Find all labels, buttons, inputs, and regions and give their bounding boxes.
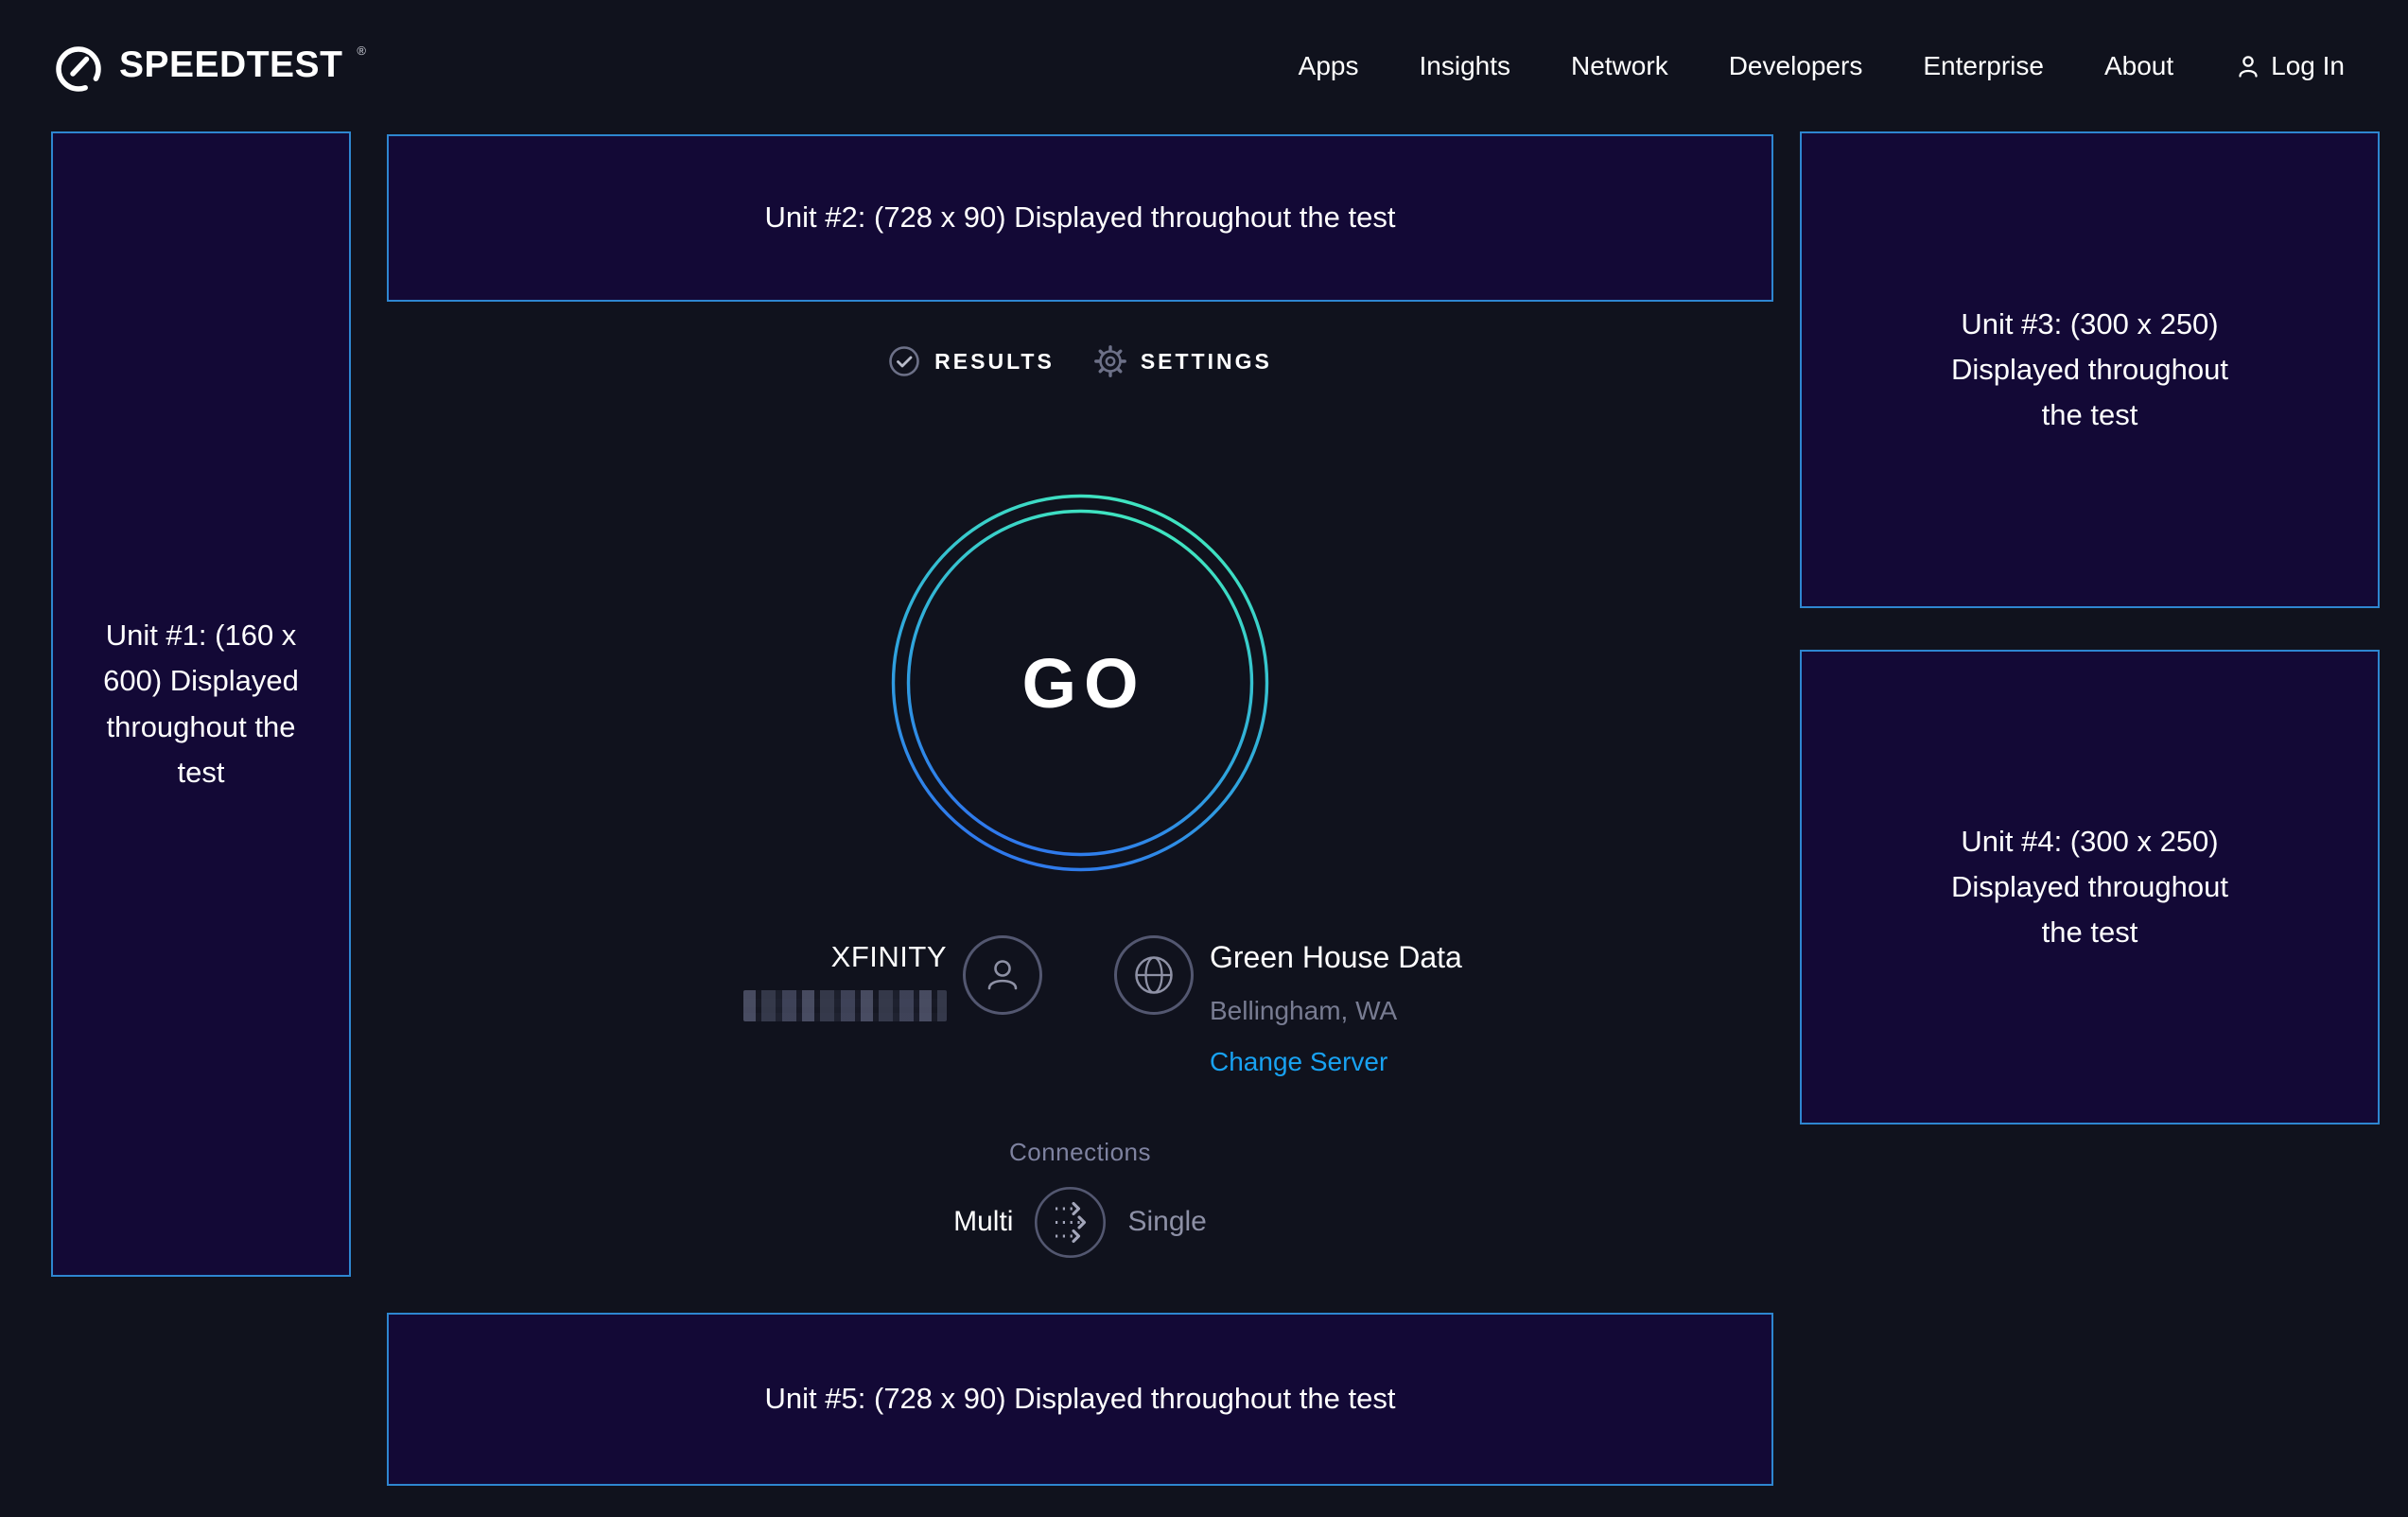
connections-row: Multi Single	[387, 1184, 1773, 1260]
isp-name: XFINITY	[831, 940, 947, 974]
tab-settings[interactable]: SETTINGS	[1094, 345, 1272, 377]
ad-unit-1[interactable]: Unit #1: (160 x 600) Displayed throughou…	[51, 131, 351, 1277]
speedtest-logo[interactable]: SPEEDTEST ®	[51, 38, 366, 95]
change-server-link[interactable]: Change Server	[1210, 1047, 1387, 1077]
server-info: Green House Data Bellingham, WA Change S…	[1210, 938, 1462, 1077]
connections-single-option[interactable]: Single	[1127, 1206, 1206, 1238]
server-block: Green House Data Bellingham, WA Change S…	[1114, 938, 1462, 1077]
ad-unit-2-text: Unit #2: (728 x 90) Displayed throughout…	[765, 195, 1396, 240]
speedtest-page: SPEEDTEST ® Apps Insights Network Develo…	[0, 0, 2408, 1517]
isp-avatar	[963, 935, 1042, 1015]
ad-unit-3[interactable]: Unit #3: (300 x 250) Displayed throughou…	[1800, 131, 2380, 608]
settings-tab-label: SETTINGS	[1141, 349, 1272, 375]
ad-unit-4-text: Unit #4: (300 x 250) Displayed throughou…	[1929, 819, 2251, 955]
connections-toggle[interactable]	[1034, 1186, 1107, 1259]
nav-item-apps[interactable]: Apps	[1299, 53, 1359, 79]
speedometer-gauge-icon	[51, 40, 106, 95]
check-circle-icon	[888, 345, 920, 377]
isp-info: XFINITY	[743, 938, 947, 1021]
nav-item-developers[interactable]: Developers	[1729, 53, 1863, 79]
header: SPEEDTEST ® Apps Insights Network Develo…	[0, 0, 2408, 131]
ad-unit-4[interactable]: Unit #4: (300 x 250) Displayed throughou…	[1800, 650, 2380, 1125]
user-icon	[2234, 52, 2262, 80]
nav-item-enterprise[interactable]: Enterprise	[1923, 53, 2044, 79]
multi-arrows-icon	[1034, 1186, 1107, 1259]
server-name: Green House Data	[1210, 940, 1462, 975]
main-nav: Apps Insights Network Developers Enterpr…	[1299, 52, 2345, 80]
nav-item-about[interactable]: About	[2104, 53, 2173, 79]
results-tab-label: RESULTS	[934, 349, 1055, 375]
trademark-symbol: ®	[357, 44, 366, 58]
ad-unit-2[interactable]: Unit #2: (728 x 90) Displayed throughout…	[387, 134, 1773, 302]
person-icon	[982, 954, 1023, 996]
go-button[interactable]: GO	[891, 494, 1269, 872]
isp-block: XFINITY	[662, 938, 1042, 1021]
server-globe-badge	[1114, 935, 1194, 1015]
nav-item-network[interactable]: Network	[1571, 53, 1668, 79]
tab-results[interactable]: RESULTS	[888, 345, 1055, 377]
server-location: Bellingham, WA	[1210, 996, 1397, 1026]
connections-multi-option[interactable]: Multi	[953, 1206, 1013, 1238]
globe-icon	[1133, 954, 1175, 996]
view-tabs: RESULTS SETTINGS	[387, 339, 1773, 384]
logo-wordmark: SPEEDTEST	[119, 38, 342, 93]
login-link[interactable]: Log In	[2234, 52, 2345, 80]
login-label: Log In	[2271, 53, 2345, 79]
nav-item-insights[interactable]: Insights	[1420, 53, 1511, 79]
isp-details-redacted	[743, 990, 947, 1021]
ad-unit-5-text: Unit #5: (728 x 90) Displayed throughout…	[765, 1376, 1396, 1421]
ad-unit-3-text: Unit #3: (300 x 250) Displayed throughou…	[1929, 302, 2251, 438]
connections-title: Connections	[387, 1138, 1773, 1167]
go-button-label: GO	[891, 494, 1269, 872]
ad-unit-5[interactable]: Unit #5: (728 x 90) Displayed throughout…	[387, 1313, 1773, 1486]
ad-unit-1-text: Unit #1: (160 x 600) Displayed throughou…	[101, 613, 302, 794]
gear-icon	[1094, 345, 1126, 377]
